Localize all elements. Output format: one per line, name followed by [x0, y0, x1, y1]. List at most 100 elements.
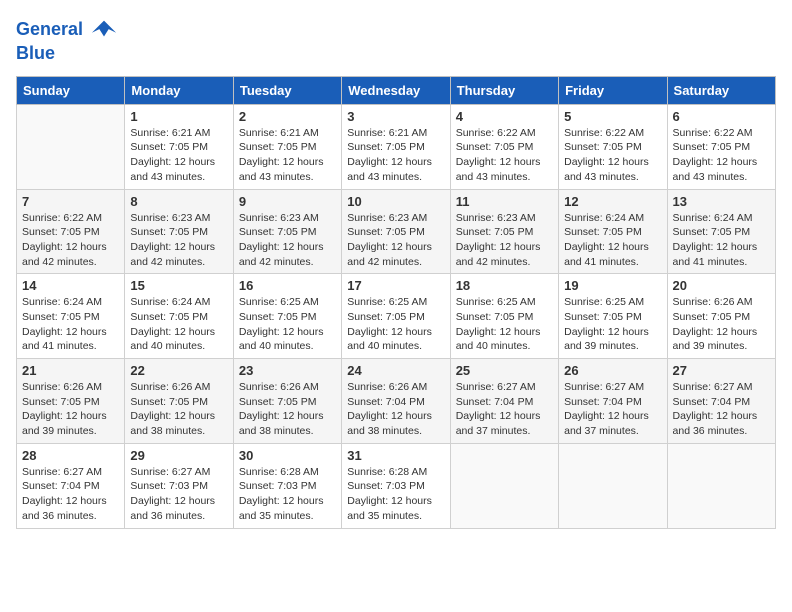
logo-blue: Blue — [16, 43, 55, 63]
day-info: Sunrise: 6:26 AM Sunset: 7:05 PM Dayligh… — [239, 380, 336, 439]
day-number: 7 — [22, 194, 119, 209]
calendar-cell: 12 Sunrise: 6:24 AM Sunset: 7:05 PM Dayli… — [559, 189, 667, 274]
calendar-cell — [559, 443, 667, 528]
calendar-cell: 29 Sunrise: 6:27 AM Sunset: 7:03 PM Dayli… — [125, 443, 233, 528]
column-header-friday: Friday — [559, 76, 667, 104]
calendar-cell: 21Sunrise: 6:26 AM Sunset: 7:05 PM Dayli… — [17, 359, 125, 444]
day-info: Sunrise: 6:25 AM Sunset: 7:05 PM Dayligh… — [564, 295, 661, 354]
calendar-body: 1Sunrise: 6:21 AM Sunset: 7:05 PM Daylig… — [17, 104, 776, 528]
day-number: 4 — [456, 109, 553, 124]
calendar-cell: 11 Sunrise: 6:23 AM Sunset: 7:05 PM Dayli… — [450, 189, 558, 274]
day-number: 8 — [130, 194, 227, 209]
day-number: 18 — [456, 278, 553, 293]
day-number: 9 — [239, 194, 336, 209]
day-info: Sunrise: 6:21 AM Sunset: 7:05 PM Dayligh… — [130, 126, 227, 185]
calendar-cell: 30Sunrise: 6:28 AM Sunset: 7:03 PM Dayli… — [233, 443, 341, 528]
logo: General Blue — [16, 16, 118, 64]
day-number: 26 — [564, 363, 661, 378]
week-row-5: 28Sunrise: 6:27 AM Sunset: 7:04 PM Dayli… — [17, 443, 776, 528]
day-info: Sunrise: 6:24 AM Sunset: 7:05 PM Dayligh… — [130, 295, 227, 354]
day-info: Sunrise: 6:26 AM Sunset: 7:05 PM Dayligh… — [673, 295, 770, 354]
day-info: Sunrise: 6:22 AM Sunset: 7:05 PM Dayligh… — [564, 126, 661, 185]
day-number: 17 — [347, 278, 444, 293]
calendar-cell: 20 Sunrise: 6:26 AM Sunset: 7:05 PM Dayli… — [667, 274, 775, 359]
column-header-sunday: Sunday — [17, 76, 125, 104]
day-number: 11 — [456, 194, 553, 209]
calendar-cell — [667, 443, 775, 528]
day-info: Sunrise: 6:24 AM Sunset: 7:05 PM Dayligh… — [564, 211, 661, 270]
day-number: 27 — [673, 363, 770, 378]
calendar-cell: 9Sunrise: 6:23 AM Sunset: 7:05 PM Daylig… — [233, 189, 341, 274]
calendar-cell: 5 Sunrise: 6:22 AM Sunset: 7:05 PM Daylig… — [559, 104, 667, 189]
calendar-cell: 22 Sunrise: 6:26 AM Sunset: 7:05 PM Dayli… — [125, 359, 233, 444]
calendar-cell: 16Sunrise: 6:25 AM Sunset: 7:05 PM Dayli… — [233, 274, 341, 359]
calendar-cell: 31 Sunrise: 6:28 AM Sunset: 7:03 PM Dayli… — [342, 443, 450, 528]
calendar-cell — [17, 104, 125, 189]
day-info: Sunrise: 6:26 AM Sunset: 7:05 PM Dayligh… — [130, 380, 227, 439]
day-info: Sunrise: 6:21 AM Sunset: 7:05 PM Dayligh… — [239, 126, 336, 185]
day-info: Sunrise: 6:27 AM Sunset: 7:04 PM Dayligh… — [673, 380, 770, 439]
day-number: 19 — [564, 278, 661, 293]
calendar-cell: 7 Sunrise: 6:22 AM Sunset: 7:05 PM Daylig… — [17, 189, 125, 274]
day-number: 12 — [564, 194, 661, 209]
day-number: 10 — [347, 194, 444, 209]
logo-general: General — [16, 19, 83, 39]
calendar-cell: 3 Sunrise: 6:21 AM Sunset: 7:05 PM Daylig… — [342, 104, 450, 189]
calendar-cell — [450, 443, 558, 528]
day-number: 22 — [130, 363, 227, 378]
calendar-cell: 23 Sunrise: 6:26 AM Sunset: 7:05 PM Dayli… — [233, 359, 341, 444]
calendar-cell: 19 Sunrise: 6:25 AM Sunset: 7:05 PM Dayli… — [559, 274, 667, 359]
day-number: 15 — [130, 278, 227, 293]
day-info: Sunrise: 6:25 AM Sunset: 7:05 PM Dayligh… — [239, 295, 336, 354]
day-info: Sunrise: 6:22 AM Sunset: 7:05 PM Dayligh… — [673, 126, 770, 185]
day-info: Sunrise: 6:23 AM Sunset: 7:05 PM Dayligh… — [456, 211, 553, 270]
day-info: Sunrise: 6:22 AM Sunset: 7:05 PM Dayligh… — [22, 211, 119, 270]
calendar-cell: 18 Sunrise: 6:25 AM Sunset: 7:05 PM Dayli… — [450, 274, 558, 359]
column-header-saturday: Saturday — [667, 76, 775, 104]
calendar-cell: 4 Sunrise: 6:22 AM Sunset: 7:05 PM Daylig… — [450, 104, 558, 189]
day-info: Sunrise: 6:24 AM Sunset: 7:05 PM Dayligh… — [673, 211, 770, 270]
day-number: 29 — [130, 448, 227, 463]
day-number: 5 — [564, 109, 661, 124]
week-row-3: 14 Sunrise: 6:24 AM Sunset: 7:05 PM Dayli… — [17, 274, 776, 359]
day-info: Sunrise: 6:24 AM Sunset: 7:05 PM Dayligh… — [22, 295, 119, 354]
day-info: Sunrise: 6:25 AM Sunset: 7:05 PM Dayligh… — [456, 295, 553, 354]
day-info: Sunrise: 6:27 AM Sunset: 7:04 PM Dayligh… — [564, 380, 661, 439]
calendar-cell: 8Sunrise: 6:23 AM Sunset: 7:05 PM Daylig… — [125, 189, 233, 274]
day-number: 20 — [673, 278, 770, 293]
day-number: 14 — [22, 278, 119, 293]
column-header-tuesday: Tuesday — [233, 76, 341, 104]
calendar-cell: 14 Sunrise: 6:24 AM Sunset: 7:05 PM Dayli… — [17, 274, 125, 359]
day-info: Sunrise: 6:26 AM Sunset: 7:04 PM Dayligh… — [347, 380, 444, 439]
week-row-1: 1Sunrise: 6:21 AM Sunset: 7:05 PM Daylig… — [17, 104, 776, 189]
day-info: Sunrise: 6:27 AM Sunset: 7:04 PM Dayligh… — [456, 380, 553, 439]
day-info: Sunrise: 6:27 AM Sunset: 7:03 PM Dayligh… — [130, 465, 227, 524]
day-number: 6 — [673, 109, 770, 124]
column-header-thursday: Thursday — [450, 76, 558, 104]
calendar-cell: 10Sunrise: 6:23 AM Sunset: 7:05 PM Dayli… — [342, 189, 450, 274]
day-info: Sunrise: 6:21 AM Sunset: 7:05 PM Dayligh… — [347, 126, 444, 185]
logo-bird-icon — [90, 16, 118, 44]
day-info: Sunrise: 6:26 AM Sunset: 7:05 PM Dayligh… — [22, 380, 119, 439]
calendar-cell: 2Sunrise: 6:21 AM Sunset: 7:05 PM Daylig… — [233, 104, 341, 189]
calendar-table: SundayMondayTuesdayWednesdayThursdayFrid… — [16, 76, 776, 529]
column-header-monday: Monday — [125, 76, 233, 104]
calendar-cell: 1Sunrise: 6:21 AM Sunset: 7:05 PM Daylig… — [125, 104, 233, 189]
calendar-cell: 6 Sunrise: 6:22 AM Sunset: 7:05 PM Daylig… — [667, 104, 775, 189]
day-number: 3 — [347, 109, 444, 124]
calendar-cell: 25 Sunrise: 6:27 AM Sunset: 7:04 PM Dayli… — [450, 359, 558, 444]
day-number: 30 — [239, 448, 336, 463]
day-number: 25 — [456, 363, 553, 378]
day-number: 23 — [239, 363, 336, 378]
page-header: General Blue — [16, 16, 776, 64]
day-info: Sunrise: 6:22 AM Sunset: 7:05 PM Dayligh… — [456, 126, 553, 185]
calendar-cell: 17 Sunrise: 6:25 AM Sunset: 7:05 PM Dayli… — [342, 274, 450, 359]
day-number: 24 — [347, 363, 444, 378]
day-info: Sunrise: 6:28 AM Sunset: 7:03 PM Dayligh… — [347, 465, 444, 524]
calendar-cell: 26 Sunrise: 6:27 AM Sunset: 7:04 PM Dayli… — [559, 359, 667, 444]
calendar-header: SundayMondayTuesdayWednesdayThursdayFrid… — [17, 76, 776, 104]
day-info: Sunrise: 6:25 AM Sunset: 7:05 PM Dayligh… — [347, 295, 444, 354]
day-number: 31 — [347, 448, 444, 463]
calendar-cell: 27 Sunrise: 6:27 AM Sunset: 7:04 PM Dayli… — [667, 359, 775, 444]
calendar-cell: 13Sunrise: 6:24 AM Sunset: 7:05 PM Dayli… — [667, 189, 775, 274]
